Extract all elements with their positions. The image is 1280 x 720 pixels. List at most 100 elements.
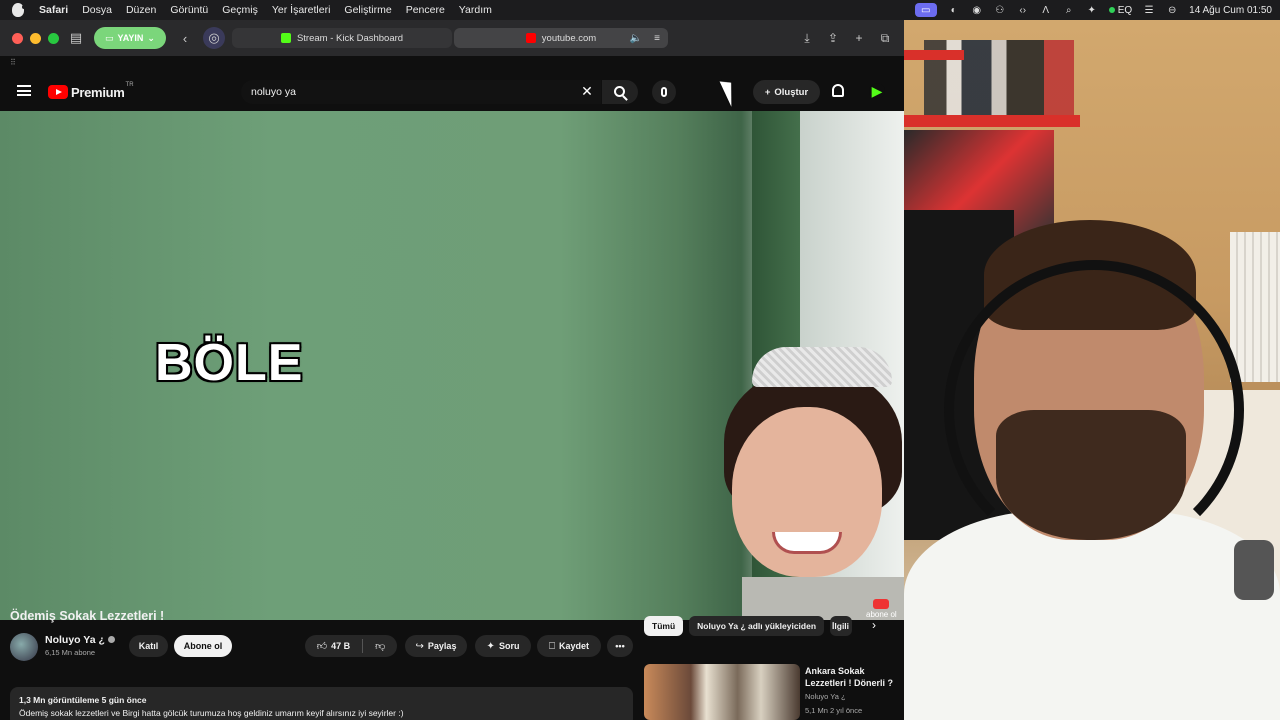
microphone-stand-icon — [1234, 540, 1274, 600]
camera-icon[interactable]: ◐ — [948, 4, 960, 16]
thumbs-down-icon[interactable]: 👎︎ — [375, 640, 385, 652]
eq-status[interactable]: EQ — [1108, 5, 1132, 16]
video-views-date: 1,3 Mn görüntüleme 5 gün önce — [19, 695, 147, 705]
reader-mode-icon[interactable]: ≡ — [654, 33, 660, 44]
focus-icon[interactable]: ⊖ — [1166, 4, 1178, 16]
recommended-video-title[interactable]: Ankara Sokak Lezzetleri ! Dönerli ? — [805, 665, 900, 689]
video-description[interactable]: 1,3 Mn görüntüleme 5 gün önce Ödemiş sok… — [10, 687, 633, 720]
chip-from-uploader[interactable]: Noluyo Ya ¿ adlı yükleyiciden — [689, 616, 825, 636]
bookmark-icon: ⎕ — [548, 640, 555, 652]
like-button[interactable]: 👍︎ 47 B — [317, 640, 350, 652]
zoom-window-icon[interactable] — [48, 32, 59, 44]
share-button[interactable]: ↪ Paylaş — [405, 635, 467, 657]
chip-related[interactable]: İlgili — [830, 616, 853, 636]
tab-group-button[interactable]: ▭ YAYIN ⌄ — [94, 27, 166, 49]
tab-youtube[interactable]: youtube.com 🔈 ≡ — [454, 28, 668, 48]
share-arrow-icon: ↪ — [415, 640, 424, 652]
mouse-cursor-icon — [719, 77, 741, 107]
share-icon[interactable]: ⇪ — [822, 27, 844, 49]
microphone-icon — [661, 87, 667, 97]
video-overlay-caption: BÖLE — [155, 334, 304, 392]
notifications-bell-icon[interactable] — [832, 84, 844, 97]
save-button[interactable]: ⎕ Kaydet — [537, 635, 601, 657]
tab-overview-icon[interactable]: ⧉ — [874, 27, 896, 49]
menu-edit[interactable]: Düzen — [126, 4, 156, 16]
recommendation-filter-chips: Tümü Noluyo Ya ¿ adlı yükleyiciden İlgil… — [644, 616, 853, 636]
subscribe-watermark[interactable]: abone ol — [866, 599, 897, 619]
menu-bookmarks[interactable]: Yer İşaretleri — [272, 4, 331, 16]
safari-window: ▤ ▭ YAYIN ⌄ ‹ ◎ Stream - Kick Dashboard … — [0, 20, 904, 720]
channel-subscriber-count: 6,15 Mn abone — [45, 648, 96, 657]
grid-dots-icon[interactable]: ⠿ — [10, 58, 16, 67]
kick-favicon-icon — [280, 33, 291, 43]
subscribe-button[interactable]: Abone ol — [174, 635, 232, 657]
extension-icon[interactable]: ◎ — [203, 27, 225, 49]
more-actions-button[interactable]: ••• — [607, 635, 633, 657]
plus-icon: + — [764, 86, 771, 98]
search-button[interactable] — [602, 80, 638, 104]
tab-kick-dashboard[interactable]: Stream - Kick Dashboard — [232, 28, 452, 48]
close-window-icon[interactable] — [12, 32, 23, 44]
menu-develop[interactable]: Geliştirme — [344, 4, 391, 16]
webcam-radiator — [1230, 232, 1280, 382]
clear-search-icon[interactable]: ✕ — [578, 82, 596, 100]
search-icon — [613, 85, 625, 97]
like-dislike-group: 👍︎ 47 B 👎︎ — [305, 635, 397, 657]
download-icon[interactable]: ⤓ — [796, 27, 818, 49]
menu-window[interactable]: Pencere — [406, 4, 445, 16]
sidebar-toggle-icon[interactable]: ▤ — [65, 27, 87, 49]
youtube-premium-logo[interactable]: Premium TR — [48, 82, 134, 100]
menubar-datetime[interactable]: 14 Ağu Cum 01:50 — [1189, 5, 1272, 16]
webcam-feed — [904, 20, 1280, 720]
favorites-strip: ⠿ — [0, 56, 904, 72]
sparkle-icon[interactable]: ✦ — [1086, 4, 1098, 16]
youtube-favicon-icon — [525, 33, 536, 43]
app-a-icon[interactable]: Λ — [1040, 4, 1052, 16]
code-icon[interactable]: ‹› — [1017, 4, 1029, 16]
hamburger-menu-icon[interactable] — [17, 85, 31, 96]
account-avatar[interactable]: ▶ — [869, 83, 885, 99]
create-button[interactable]: + Oluştur — [753, 80, 820, 104]
eq-active-dot-icon — [1108, 7, 1115, 13]
recommended-video-channel[interactable]: Noluyo Ya ¿ — [805, 692, 846, 701]
channel-name[interactable]: Noluyo Ya ¿ — [45, 634, 115, 646]
recommended-video-meta: 5,1 Mn 2 yıl önce — [805, 706, 863, 715]
screen-share-icon[interactable]: ▭ — [914, 3, 937, 17]
more-dots-icon: ••• — [615, 641, 625, 651]
channel-avatar[interactable] — [10, 633, 38, 661]
audio-playing-icon[interactable]: 🔈 — [630, 33, 642, 44]
menu-help[interactable]: Yardım — [459, 4, 492, 16]
video-title: Ödemiş Sokak Lezzetleri ! — [10, 609, 165, 623]
controller-icon[interactable]: ⚇ — [994, 4, 1006, 16]
voice-search-button[interactable] — [652, 80, 676, 104]
chip-all[interactable]: Tümü — [644, 616, 684, 636]
menu-view[interactable]: Görüntü — [170, 4, 208, 16]
safari-toolbar-right: ⤓ ⇪ + ⧉ — [796, 27, 896, 49]
apple-menu-icon[interactable] — [12, 3, 26, 17]
join-button[interactable]: Katıl — [129, 635, 168, 657]
video-person-cap — [752, 347, 892, 387]
webcam-shelf-top — [904, 50, 964, 60]
chevron-right-icon[interactable]: › — [872, 618, 876, 632]
ask-button[interactable]: ✦ Soru — [475, 635, 531, 657]
control-center-icon[interactable]: ☰ — [1143, 4, 1155, 16]
safari-toolbar: ▤ ▭ YAYIN ⌄ ‹ ◎ Stream - Kick Dashboard … — [0, 20, 904, 56]
menu-history[interactable]: Geçmiş — [222, 4, 258, 16]
sparkle-icon: ✦ — [486, 640, 495, 652]
thumbs-up-icon: 👍︎ — [316, 641, 328, 652]
menu-app-name[interactable]: Safari — [39, 4, 68, 16]
subscribe-watermark-icon — [873, 599, 890, 609]
new-tab-icon[interactable]: + — [848, 27, 870, 49]
minimize-window-icon[interactable] — [30, 32, 41, 44]
video-player[interactable]: BÖLE abone ol — [0, 111, 904, 620]
spotlight-search-icon[interactable]: ⌕ — [1063, 4, 1075, 16]
like-divider — [362, 639, 364, 653]
back-arrow-icon[interactable]: ‹ — [174, 27, 196, 49]
headphones-icon — [944, 260, 1244, 560]
record-icon[interactable]: ◉ — [971, 4, 983, 16]
recommended-video-thumbnail[interactable] — [644, 664, 800, 720]
search-input[interactable]: noluyo ya — [241, 80, 601, 104]
video-description-text: Ödemiş sokak lezzetleri ve Birgi hatta g… — [19, 708, 404, 718]
menu-file[interactable]: Dosya — [82, 4, 112, 16]
verified-check-icon — [107, 636, 115, 643]
